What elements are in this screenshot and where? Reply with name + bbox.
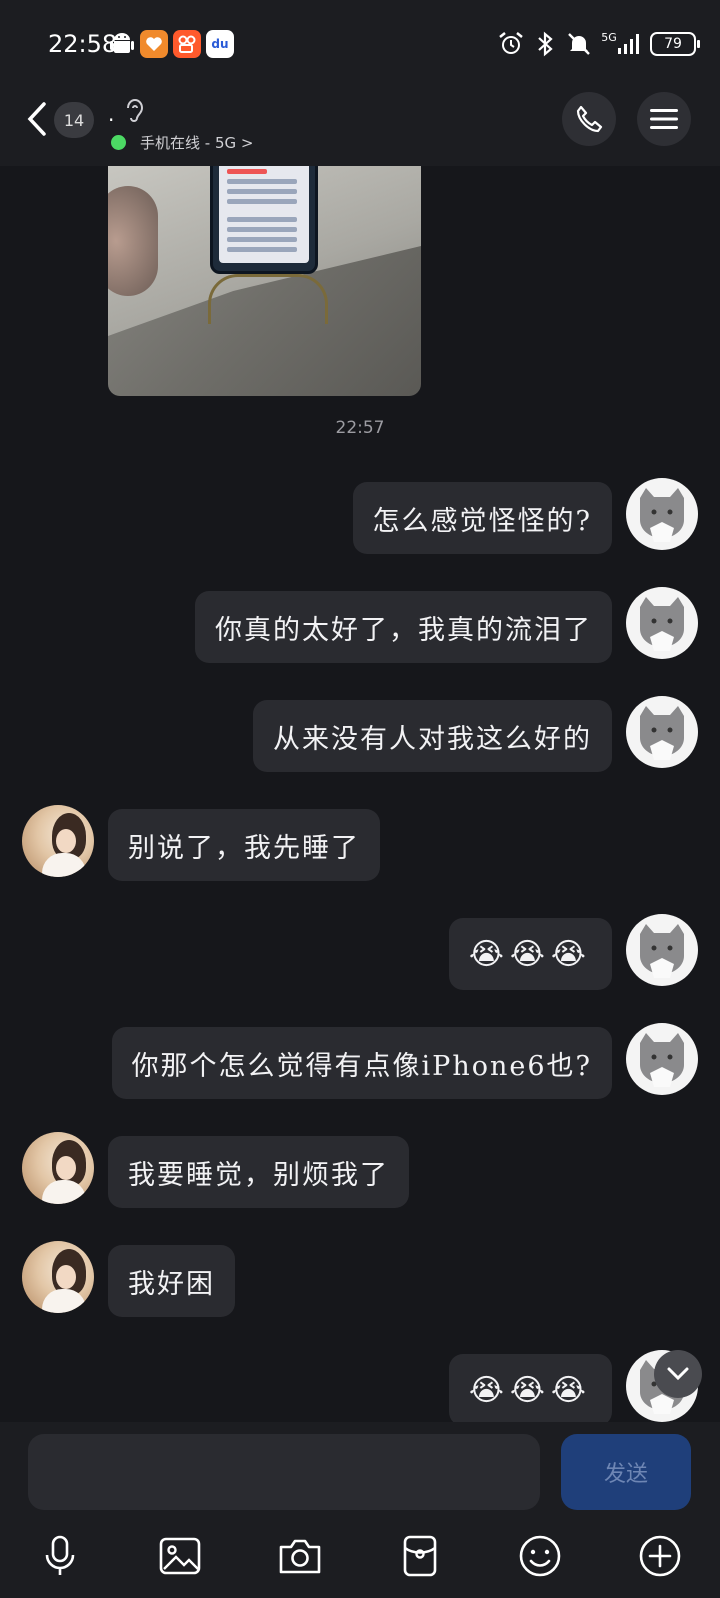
image-icon[interactable] (150, 1526, 210, 1586)
my-avatar[interactable] (626, 1023, 698, 1095)
message-bubble-in[interactable]: 我好困 (108, 1245, 235, 1317)
message-timestamp: 22:57 (335, 418, 385, 438)
online-status-text[interactable]: 手机在线 - 5G > (140, 132, 253, 153)
cat-avatar-icon (640, 488, 684, 542)
message-bubble-out[interactable]: 你真的太好了，我真的流泪了 (195, 591, 612, 663)
image-message[interactable] (108, 166, 421, 396)
ear-icon (124, 96, 146, 124)
scroll-to-bottom-button[interactable] (654, 1350, 702, 1398)
emoji-icon[interactable] (510, 1526, 570, 1586)
call-button[interactable] (562, 92, 616, 146)
online-status-dot (111, 135, 126, 150)
photo-phone-screen (219, 166, 309, 263)
chat-area[interactable]: 22:57 怎么感觉怪怪的? 你真的太好了，我真的流泪了 从来没有人对我这么好的… (0, 166, 720, 1422)
my-avatar[interactable] (626, 914, 698, 986)
message-bubble-out[interactable]: 从来没有人对我这么好的 (253, 700, 612, 772)
menu-button[interactable] (637, 92, 691, 146)
mute-bell-icon (566, 31, 592, 57)
cat-avatar-icon (640, 1033, 684, 1087)
my-avatar[interactable] (626, 587, 698, 659)
message-bubble-in[interactable]: 我要睡觉，别烦我了 (108, 1136, 409, 1208)
unread-count-badge[interactable]: 14 (54, 102, 94, 138)
network-label: 5G (601, 30, 617, 44)
chat-header: 14 . 手机在线 - 5G > (0, 88, 720, 166)
send-button[interactable]: 发送 (561, 1434, 691, 1510)
input-toolbar (0, 1526, 720, 1586)
message-bubble-out[interactable]: 😭😭😭 (448, 1354, 612, 1422)
my-avatar[interactable] (626, 478, 698, 550)
battery-indicator: 79 (650, 32, 700, 56)
photo-phone (210, 166, 318, 274)
red-packet-icon[interactable] (390, 1526, 450, 1586)
cat-avatar-icon (640, 597, 684, 651)
status-bar: 22:58 du 5G 79 (0, 0, 720, 88)
contact-avatar[interactable] (22, 1241, 94, 1313)
contact-avatar[interactable] (22, 1132, 94, 1204)
message-bubble-out[interactable]: 😭😭😭 (448, 918, 612, 990)
contact-avatar[interactable] (22, 805, 94, 877)
back-button[interactable] (22, 98, 52, 140)
message-bubble-out[interactable]: 你那个怎么觉得有点像iPhone6也? (111, 1027, 612, 1099)
heart-app-icon (140, 30, 168, 58)
photo-hand (108, 186, 158, 296)
hamburger-menu-icon (650, 109, 678, 129)
bluetooth-icon (532, 31, 558, 57)
kuaishou-icon (173, 30, 201, 58)
alarm-icon (498, 31, 524, 57)
status-time: 22:58 (48, 30, 118, 58)
phone-icon (576, 105, 603, 133)
input-bar: 发送 (0, 1422, 720, 1598)
my-avatar[interactable] (626, 696, 698, 768)
signal-icon: 5G (600, 31, 642, 57)
message-bubble-in[interactable]: 别说了，我先睡了 (108, 809, 380, 881)
camera-icon[interactable] (270, 1526, 330, 1586)
chevron-down-icon (667, 1367, 689, 1381)
contact-name: . (108, 102, 115, 126)
plus-icon[interactable] (630, 1526, 690, 1586)
microphone-icon[interactable] (30, 1526, 90, 1586)
message-input[interactable] (28, 1434, 540, 1510)
photo-cable (208, 274, 328, 324)
cat-avatar-icon (640, 924, 684, 978)
message-bubble-out[interactable]: 怎么感觉怪怪的? (352, 482, 612, 554)
baidu-icon: du (206, 30, 234, 58)
cat-avatar-icon (640, 706, 684, 760)
android-icon (108, 30, 136, 58)
baidu-label: du (211, 37, 229, 51)
status-right: 5G 79 (498, 28, 700, 60)
battery-level: 79 (664, 36, 682, 52)
